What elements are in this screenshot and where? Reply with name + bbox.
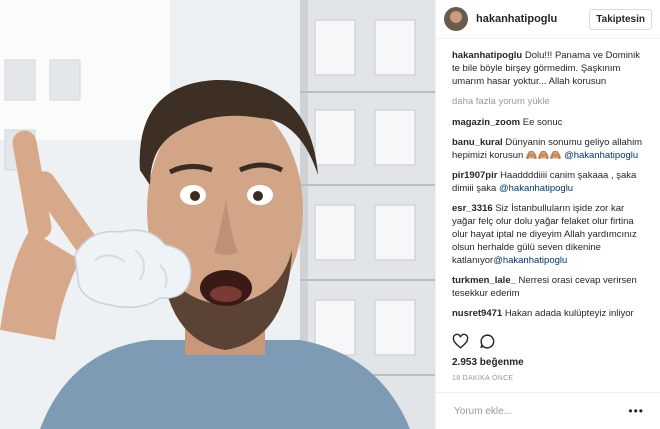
comment-item: pir1907pir Haaddddiiii canim şakaaa , şa… bbox=[452, 169, 650, 195]
comment-username[interactable]: pir1907pir bbox=[452, 170, 497, 181]
comment-mention[interactable]: @hakanhatipoglu bbox=[499, 183, 573, 194]
comment-item: magazin_zoom Ee sonuc bbox=[452, 116, 650, 129]
comment-username[interactable]: magazin_zoom bbox=[452, 117, 520, 128]
heart-icon[interactable] bbox=[452, 333, 469, 350]
comment-mention[interactable]: @hakanhatipoglu bbox=[493, 255, 567, 266]
comment-text: Ee sonuc bbox=[522, 117, 563, 128]
comment-item: banu_kural Dünyanin sonumu geliyo allahi… bbox=[452, 136, 650, 162]
likes-count[interactable]: 2.953 beğenme bbox=[452, 357, 524, 368]
follow-button[interactable]: Takiptesin bbox=[589, 8, 652, 30]
load-more-comments[interactable]: daha fazla yorum yükle bbox=[452, 95, 650, 108]
caption: hakanhatipoglu Dolu!!! Panama ve Dominik… bbox=[452, 49, 650, 88]
comment-item: nusret9471 Hakan adada kulüpteyiz inliyo… bbox=[452, 307, 650, 320]
avatar[interactable] bbox=[444, 7, 468, 31]
comment-username[interactable]: banu_kural bbox=[452, 137, 503, 148]
add-comment-bar: ••• bbox=[436, 392, 660, 429]
comment-username[interactable]: esr_3316 bbox=[452, 203, 493, 214]
comment-username[interactable]: nusret9471 bbox=[452, 308, 502, 319]
comment-icon[interactable] bbox=[479, 333, 496, 350]
comment-input[interactable] bbox=[452, 404, 629, 418]
post-photo-illustration bbox=[0, 0, 435, 429]
comment-mention[interactable]: @hakanhatipoglu bbox=[564, 150, 638, 161]
post-header: hakanhatipoglu Takiptesin bbox=[436, 0, 660, 39]
instagram-post: hakanhatipoglu Takiptesin hakanhatipoglu… bbox=[0, 0, 660, 429]
post-photo[interactable] bbox=[0, 0, 435, 429]
ellipsis-icon[interactable]: ••• bbox=[628, 404, 644, 418]
post-actions bbox=[452, 333, 496, 350]
comment-text: Hakan adada kulüpteyiz inliyor bbox=[504, 308, 634, 319]
header-username[interactable]: hakanhatipoglu bbox=[476, 13, 589, 25]
post-timestamp[interactable]: 18 DAKİKA ÖNCE bbox=[452, 375, 513, 382]
comment-username[interactable]: turkmen_lale_ bbox=[452, 275, 516, 286]
caption-username[interactable]: hakanhatipoglu bbox=[452, 50, 522, 61]
comment-item: turkmen_lale_ Nerresi orasi cevap verirs… bbox=[452, 274, 650, 300]
post-side-panel: hakanhatipoglu Takiptesin hakanhatipoglu… bbox=[435, 0, 660, 429]
comment-item: esr_3316 Siz İstanbulluların işide zor k… bbox=[452, 202, 650, 267]
comments-list: hakanhatipoglu Dolu!!! Panama ve Dominik… bbox=[436, 39, 660, 320]
